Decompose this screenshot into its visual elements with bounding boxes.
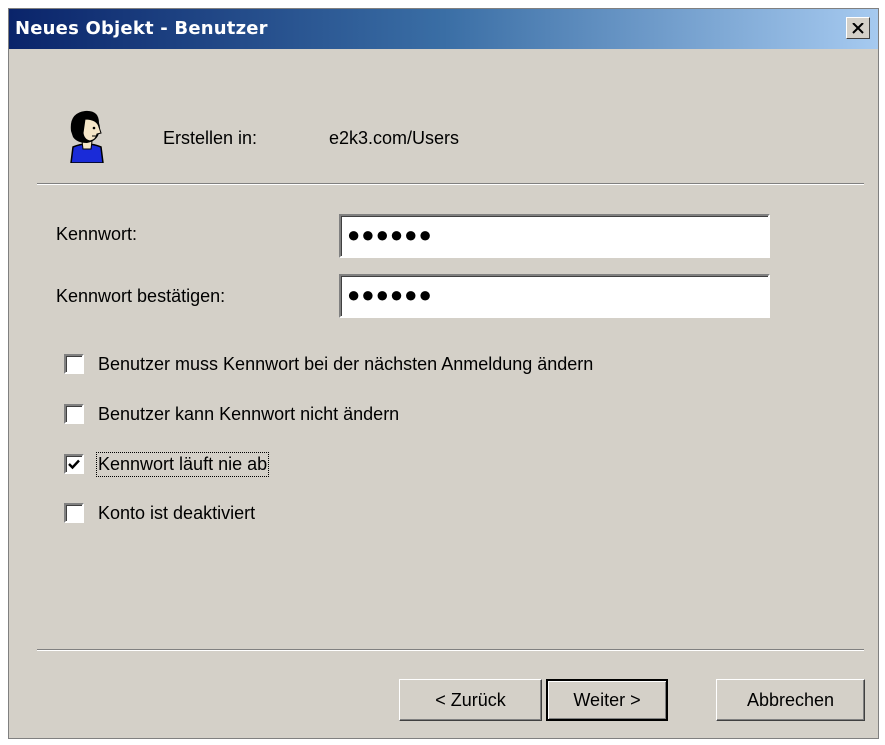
option-account-disabled[interactable]: Konto ist deaktiviert: [64, 500, 255, 526]
option-cannot-change-password[interactable]: Benutzer kann Kennwort nicht ändern: [64, 401, 399, 427]
password-label: Kennwort:: [56, 224, 138, 244]
header-separator: [37, 183, 864, 185]
title-bar[interactable]: Neues Objekt - Benutzer: [9, 9, 878, 49]
option-must-change-password[interactable]: Benutzer muss Kennwort bei der nächsten …: [64, 351, 593, 377]
option-password-never-expires[interactable]: Kennwort läuft nie ab: [64, 451, 270, 477]
close-icon: [852, 22, 864, 34]
password-field[interactable]: ●●●●●●: [339, 214, 770, 258]
option-label: Konto ist deaktiviert: [98, 502, 256, 523]
footer-separator: [37, 649, 864, 651]
checkbox[interactable]: [64, 404, 84, 424]
window-title: Neues Objekt - Benutzer: [15, 18, 268, 39]
confirm-password-field[interactable]: ●●●●●●: [339, 274, 770, 318]
checkmark-icon: [68, 459, 80, 469]
back-button[interactable]: < Zurück: [399, 679, 542, 721]
checkbox[interactable]: [64, 354, 84, 374]
option-label: Kennwort läuft nie ab: [95, 451, 270, 477]
confirm-password-label: Kennwort bestätigen:: [56, 286, 226, 306]
close-button[interactable]: [846, 17, 870, 39]
option-label: Benutzer muss Kennwort bei der nächsten …: [98, 353, 594, 374]
next-button[interactable]: Weiter >: [546, 679, 668, 721]
option-label: Benutzer kann Kennwort nicht ändern: [98, 403, 400, 424]
checkbox[interactable]: [64, 503, 84, 523]
checkbox[interactable]: [64, 454, 84, 474]
create-in-label: Erstellen in:: [163, 128, 258, 148]
dialog-window: Neues Objekt - Benutzer Erstellen in: e2…: [8, 8, 879, 739]
user-icon: [70, 110, 104, 163]
create-in-path: e2k3.com/Users: [329, 128, 460, 148]
cancel-button[interactable]: Abbrechen: [716, 679, 865, 721]
